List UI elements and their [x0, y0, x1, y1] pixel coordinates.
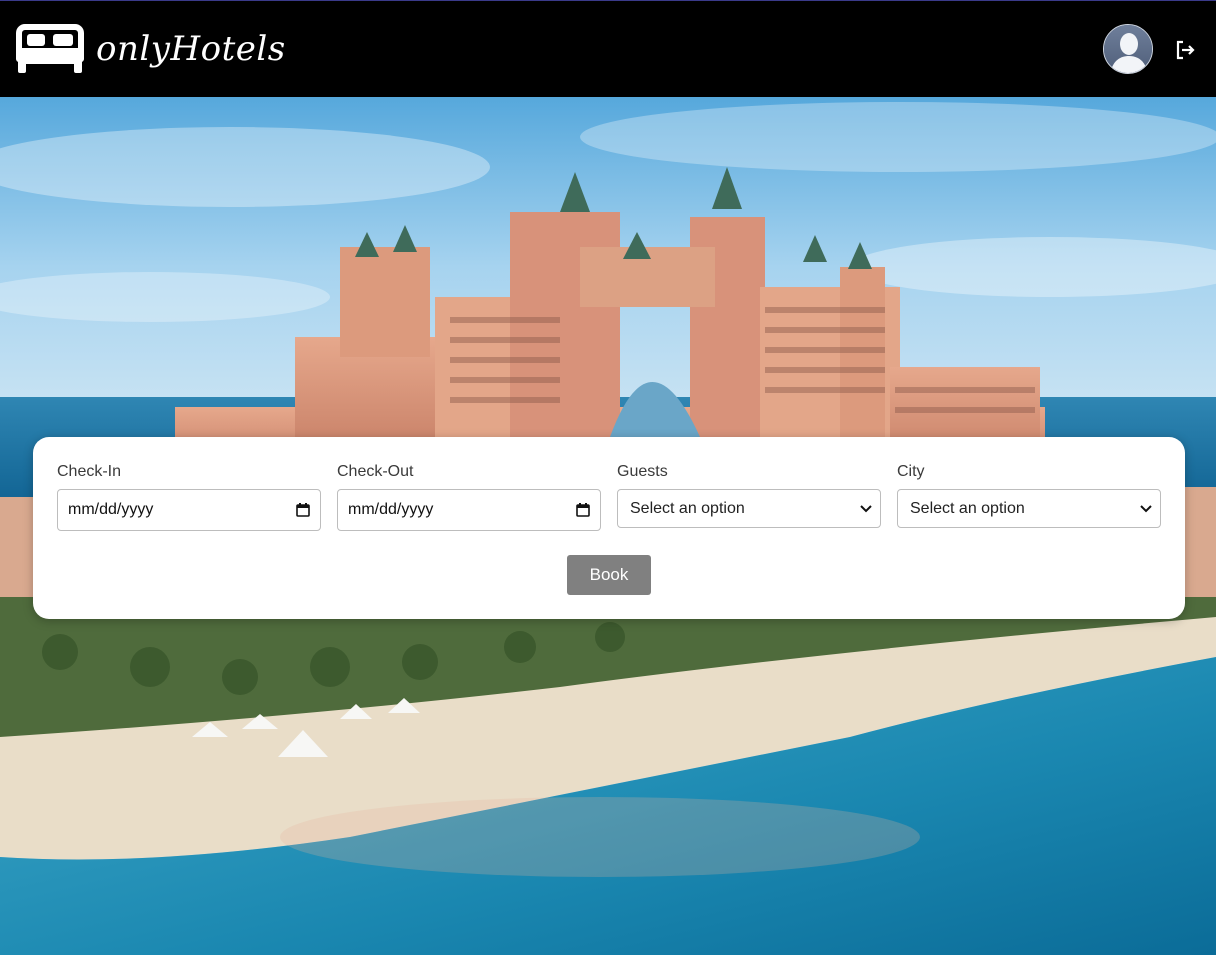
- brand-name: onlyHotels: [96, 29, 286, 69]
- brand-logo[interactable]: onlyHotels: [16, 23, 286, 75]
- guests-label: Guests: [617, 463, 668, 480]
- checkout-placeholder: mm/dd/yyyy: [348, 501, 434, 518]
- book-button[interactable]: Book: [567, 555, 651, 595]
- user-avatar[interactable]: [1103, 24, 1153, 74]
- calendar-icon[interactable]: [296, 503, 310, 517]
- calendar-icon[interactable]: [576, 503, 590, 517]
- checkin-input[interactable]: mm/dd/yyyy: [57, 489, 321, 531]
- city-selected-value: Select an option: [910, 499, 1025, 517]
- guests-field: Guests Select an option: [617, 463, 881, 528]
- city-select[interactable]: Select an option: [897, 489, 1161, 528]
- booking-form: Check-In mm/dd/yyyy Check-Out mm/dd/yyyy: [33, 437, 1185, 619]
- logout-icon[interactable]: [1173, 38, 1197, 62]
- chevron-down-icon: [1140, 504, 1152, 512]
- city-field: City Select an option: [897, 463, 1161, 528]
- checkout-input[interactable]: mm/dd/yyyy: [337, 489, 601, 531]
- page: onlyHotels Check-In mm/dd/yyyy Check-Out…: [0, 0, 1216, 955]
- checkout-field: Check-Out mm/dd/yyyy: [337, 463, 601, 531]
- checkin-label: Check-In: [57, 463, 122, 480]
- top-navbar: onlyHotels: [0, 0, 1216, 97]
- guests-selected-value: Select an option: [630, 499, 745, 517]
- bed-icon: [16, 24, 84, 73]
- checkout-label: Check-Out: [337, 463, 414, 480]
- checkin-placeholder: mm/dd/yyyy: [68, 501, 154, 518]
- guests-select[interactable]: Select an option: [617, 489, 881, 528]
- city-label: City: [897, 463, 925, 480]
- chevron-down-icon: [860, 504, 872, 512]
- user-avatar-icon: [1104, 25, 1152, 73]
- checkin-field: Check-In mm/dd/yyyy: [57, 463, 321, 531]
